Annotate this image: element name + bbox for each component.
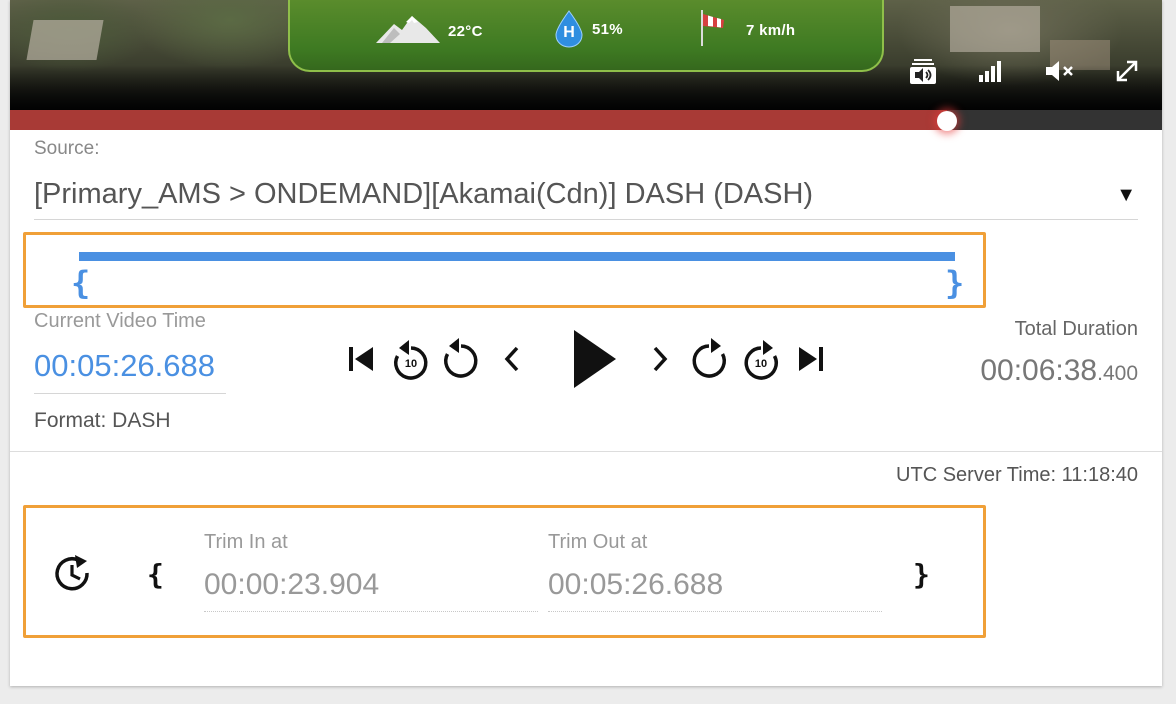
audio-tracks-icon [910,58,936,84]
humidity-icon-letter: H [563,24,575,41]
mute-button[interactable] [1046,58,1076,84]
fullscreen-icon [1115,59,1139,83]
source-label: Source: [34,138,100,159]
play-button[interactable] [560,328,624,394]
replay-icon [442,336,480,385]
skip-to-end-button[interactable] [794,344,828,378]
section-divider [10,451,1162,452]
weather-overlay: 22°C H 51% 7 km/h [288,0,884,72]
trim-out-label: Trim Out at [548,531,648,553]
trim-in-label: Trim In at [204,531,288,553]
forward-10-button[interactable]: 10 [742,338,780,382]
source-dropdown[interactable]: [Primary_AMS > ONDEMAND][Akamai(Cdn)] DA… [34,174,1138,220]
humidity-widget: H 51% [554,10,623,48]
current-time-value[interactable]: 00:05:26.688 [34,348,226,394]
trim-out-input[interactable]: 00:05:26.688 [548,568,882,612]
format-label: Format: DASH [34,409,171,432]
range-end-handle[interactable]: } [945,264,964,302]
seek-bar[interactable] [10,110,1162,131]
step-back-button[interactable] [498,346,526,376]
dropdown-arrow-icon: ▼ [1116,184,1136,206]
current-time-label: Current Video Time [34,310,206,332]
history-clock-icon [53,553,95,600]
total-duration-main: 00:06:38 [980,354,1098,387]
skip-to-start-button[interactable] [344,344,378,378]
forward-amount: 10 [754,358,768,370]
volume-muted-icon [1046,60,1076,82]
video-frame[interactable]: 22°C H 51% 7 km/h [10,0,1162,110]
quality-button[interactable] [976,58,1006,84]
trim-range-bar[interactable] [79,252,955,261]
forward-button[interactable] [690,336,728,385]
water-drop-icon: H [554,10,584,48]
skip-to-start-icon [346,345,376,378]
windsock-icon [696,8,728,52]
range-highlight-box [23,232,986,308]
rewind-10-icon: 10 [392,338,430,382]
forward-icon [690,336,728,385]
trim-in-value: 00:00:23.904 [204,568,380,601]
trim-in-brace-button[interactable]: { [147,558,164,591]
total-duration-value: 00:06:38.400 [980,354,1138,388]
trim-out-brace-button[interactable]: } [913,558,930,591]
seek-handle[interactable] [936,111,957,131]
total-duration-label: Total Duration [1014,318,1138,340]
trim-in-input[interactable]: 00:00:23.904 [204,568,538,612]
step-forward-button[interactable] [646,346,674,376]
history-button[interactable] [52,554,96,598]
total-duration-ms: .400 [1097,362,1138,385]
utc-server-time: UTC Server Time: 11:18:40 [896,464,1138,486]
step-back-icon [503,345,521,378]
humidity-value: 51% [592,20,623,38]
temperature-value: 22°C [448,22,483,40]
fullscreen-button[interactable] [1112,58,1142,84]
skip-to-end-icon [796,345,826,378]
range-start-handle[interactable]: { [71,264,90,302]
audio-tracks-button[interactable] [908,58,938,84]
trim-out-value: 00:05:26.688 [548,568,724,601]
wind-widget: 7 km/h [696,8,795,52]
step-forward-icon [651,345,669,378]
play-icon [566,328,618,395]
source-selected-value: [Primary_AMS > ONDEMAND][Akamai(Cdn)] DA… [34,178,814,210]
forward-10-icon: 10 [742,338,780,382]
seek-bar-played [10,110,947,130]
rewind-10-button[interactable]: 10 [392,338,430,382]
rewind-amount: 10 [404,358,418,370]
replay-button[interactable] [442,336,480,385]
temperature-widget: 22°C [376,14,483,48]
wind-value: 7 km/h [746,21,796,39]
mountain-icon [376,14,440,48]
signal-bars-icon [979,60,1003,82]
